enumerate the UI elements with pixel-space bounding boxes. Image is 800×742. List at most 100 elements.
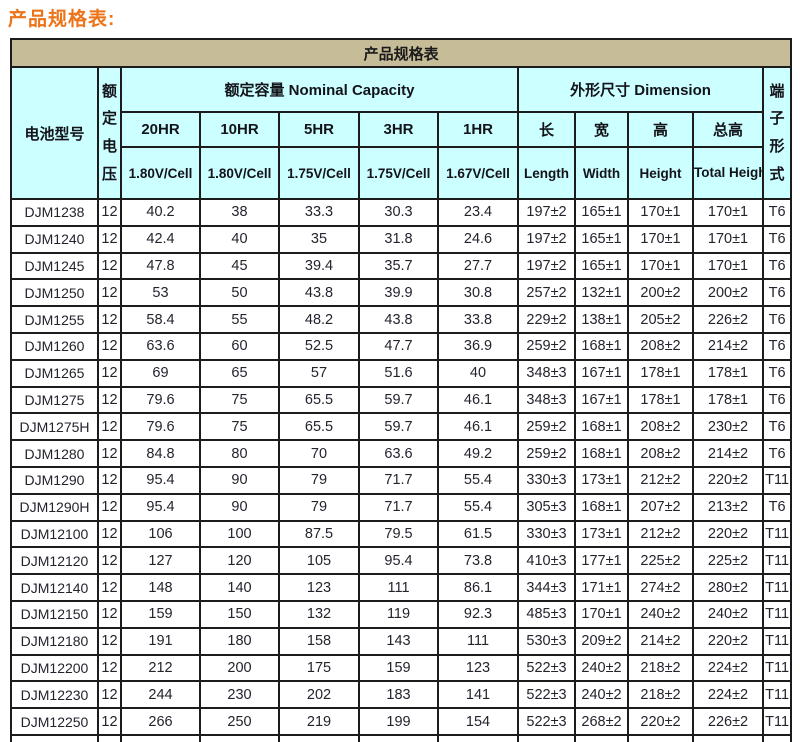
- cell-length: 530±3: [518, 628, 575, 655]
- cell-length: 305±3: [518, 494, 575, 521]
- cell-length: 348±3: [518, 387, 575, 414]
- cell-length: 522±3: [518, 655, 575, 682]
- cell-empty: [518, 735, 575, 742]
- cell-3hr: 63.6: [359, 440, 438, 467]
- cell-length: 330±3: [518, 467, 575, 494]
- cell-length: 522±3: [518, 681, 575, 708]
- col-header-length-cn: 长: [518, 112, 575, 147]
- cell-height: 225±2: [628, 547, 693, 574]
- col-header-height-en: Height: [628, 147, 693, 199]
- cell-10hr: 60: [200, 333, 279, 360]
- cell-3hr: 35.7: [359, 253, 438, 280]
- cell-1hr: 61.5: [438, 521, 518, 548]
- cell-model: DJM1265: [11, 360, 98, 387]
- cell-model: DJM1275: [11, 387, 98, 414]
- cell-3hr: 43.8: [359, 306, 438, 333]
- voltage-vertical-label: 额定电压: [102, 78, 118, 189]
- cell-3hr: 111: [359, 574, 438, 601]
- col-header-height-cn: 高: [628, 112, 693, 147]
- cell-10hr: 65: [200, 360, 279, 387]
- header-row-cutoffs: 1.80V/Cell 1.80V/Cell 1.75V/Cell 1.75V/C…: [11, 147, 791, 199]
- cell-voltage: 12: [98, 387, 121, 414]
- cell-width: 168±1: [575, 494, 628, 521]
- cell-5hr: 87.5: [279, 521, 359, 548]
- cell-20hr: 266: [121, 708, 200, 735]
- cell-10hr: 75: [200, 387, 279, 414]
- cell-20hr: 79.6: [121, 387, 200, 414]
- cell-total-height: 200±2: [693, 279, 763, 306]
- col-header-1hr-cutoff: 1.67V/Cell: [438, 147, 518, 199]
- cell-model: DJM1240: [11, 226, 98, 253]
- cell-length: 229±2: [518, 306, 575, 333]
- cell-1hr: 27.7: [438, 253, 518, 280]
- cell-width: 173±1: [575, 467, 628, 494]
- cell-height: 212±2: [628, 521, 693, 548]
- cell-20hr: 40.2: [121, 199, 200, 226]
- cell-1hr: 123: [438, 655, 518, 682]
- cell-empty: [279, 735, 359, 742]
- cell-20hr: 58.4: [121, 306, 200, 333]
- cell-model: DJM1250: [11, 279, 98, 306]
- cell-length: 330±3: [518, 521, 575, 548]
- table-row: DJM1223012244230202183141522±3240±2218±2…: [11, 681, 791, 708]
- cell-5hr: 158: [279, 628, 359, 655]
- cell-voltage: 12: [98, 333, 121, 360]
- cell-20hr: 127: [121, 547, 200, 574]
- cell-5hr: 132: [279, 601, 359, 628]
- cell-20hr: 95.4: [121, 494, 200, 521]
- col-group-capacity: 额定容量 Nominal Capacity: [121, 67, 518, 112]
- cell-10hr: 75: [200, 413, 279, 440]
- cell-5hr: 79: [279, 494, 359, 521]
- cell-5hr: 57: [279, 360, 359, 387]
- col-header-length-en: Length: [518, 147, 575, 199]
- cell-height: 207±2: [628, 494, 693, 521]
- cell-model: DJM12100: [11, 521, 98, 548]
- cell-3hr: 119: [359, 601, 438, 628]
- cell-10hr: 80: [200, 440, 279, 467]
- col-header-10hr-cutoff: 1.80V/Cell: [200, 147, 279, 199]
- cell-length: 197±2: [518, 226, 575, 253]
- cell-5hr: 202: [279, 681, 359, 708]
- cell-1hr: 24.6: [438, 226, 518, 253]
- cell-model: DJM12250: [11, 708, 98, 735]
- cell-width: 240±2: [575, 655, 628, 682]
- table-row: DJM121401214814012311186.1344±3171±1274±…: [11, 574, 791, 601]
- col-header-5hr: 5HR: [279, 112, 359, 147]
- cell-voltage: 12: [98, 547, 121, 574]
- cell-total-height: 220±2: [693, 521, 763, 548]
- cell-empty: [121, 735, 200, 742]
- cell-height: 178±1: [628, 360, 693, 387]
- cell-width: 168±1: [575, 333, 628, 360]
- cell-terminal: T6: [763, 494, 791, 521]
- cell-10hr: 50: [200, 279, 279, 306]
- cell-length: 259±2: [518, 440, 575, 467]
- cell-terminal: T11: [763, 521, 791, 548]
- cell-empty: [628, 735, 693, 742]
- cell-terminal: T6: [763, 199, 791, 226]
- header-row-groups: 电池型号 额定电压 额定容量 Nominal Capacity 外形尺寸 Dim…: [11, 67, 791, 112]
- table-row: DJM1218012191180158143111530±3209±2214±2…: [11, 628, 791, 655]
- col-header-20hr-cutoff: 1.80V/Cell: [121, 147, 200, 199]
- cell-terminal: T11: [763, 467, 791, 494]
- cell-10hr: 140: [200, 574, 279, 601]
- col-header-model: 电池型号: [11, 67, 98, 199]
- cell-width: 168±1: [575, 440, 628, 467]
- cell-height: 218±2: [628, 655, 693, 682]
- cell-length: 522±3: [518, 708, 575, 735]
- cell-height: 214±2: [628, 628, 693, 655]
- cell-20hr: 69: [121, 360, 200, 387]
- cell-empty: [98, 735, 121, 742]
- cell-empty: [11, 735, 98, 742]
- cell-height: 200±2: [628, 279, 693, 306]
- cell-10hr: 55: [200, 306, 279, 333]
- cell-voltage: 12: [98, 440, 121, 467]
- cell-height: 218±2: [628, 681, 693, 708]
- cell-length: 259±2: [518, 333, 575, 360]
- table-row: DJM12451247.84539.435.727.7197±2165±1170…: [11, 253, 791, 280]
- cell-empty: [575, 735, 628, 742]
- col-header-5hr-cutoff: 1.75V/Cell: [279, 147, 359, 199]
- cell-10hr: 180: [200, 628, 279, 655]
- cell-voltage: 12: [98, 226, 121, 253]
- table-row: DJM121001210610087.579.561.5330±3173±121…: [11, 521, 791, 548]
- cell-20hr: 84.8: [121, 440, 200, 467]
